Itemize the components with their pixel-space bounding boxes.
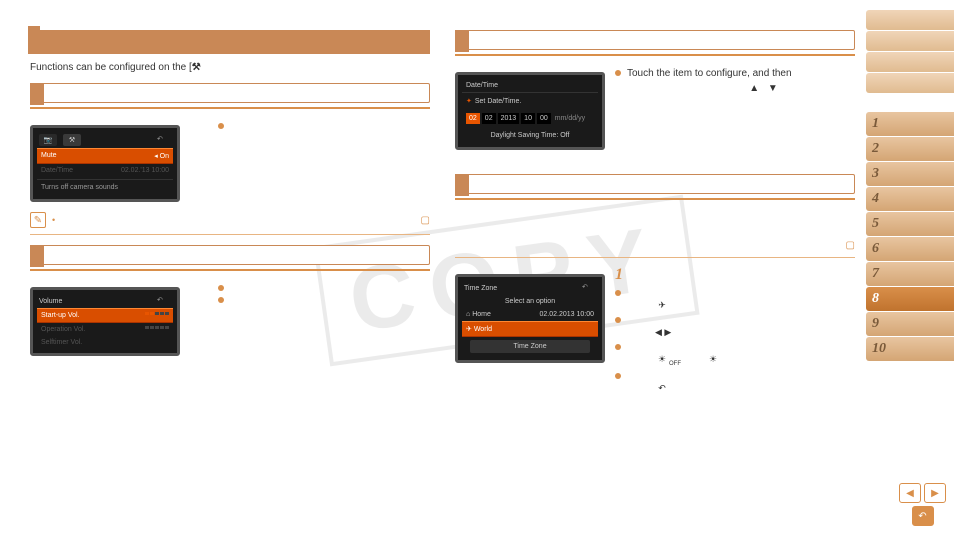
lcd-timezone: Time Zone ↶ Select an option ⌂ Home 02.0… [455, 274, 605, 363]
date-day: 02 [482, 113, 496, 124]
bullet-dot [615, 317, 621, 323]
home-label: Home [472, 311, 491, 318]
back-icon: ↶ [582, 283, 596, 293]
section-volume [30, 245, 430, 265]
tab-3[interactable]: 3 [866, 162, 954, 186]
tab-blank[interactable] [866, 73, 954, 93]
return-inline-icon: ↶ [655, 383, 669, 394]
section-timezone [455, 174, 855, 194]
sun-on-icon: ☀ [706, 354, 720, 365]
tab-blank[interactable] [866, 52, 954, 72]
intro-text: Functions can be configured on the [⚒ [30, 62, 430, 73]
left-column: Functions can be configured on the [⚒ 📷 … [30, 30, 430, 356]
tab-4[interactable]: 4 [866, 187, 954, 211]
bullet-dot [615, 344, 621, 350]
arrows-updown: ▲ ▼ [675, 83, 855, 94]
page-nav: ◀ ▶ ↶ [899, 483, 946, 526]
sun-off-icon: ☀ [655, 354, 669, 365]
tab-7[interactable]: 7 [866, 262, 954, 286]
home-value: 02.02.2013 10:00 [540, 311, 595, 318]
timezone-title: Time Zone [464, 285, 497, 292]
timezone-button: Time Zone [470, 340, 590, 353]
lcd-mute: 📷 ⚒ ↶ Mute ◂ On Date/Time 02.02.'13 10:0… [30, 125, 180, 202]
section-datetime [455, 30, 855, 50]
volume-title: Volume [39, 298, 62, 305]
select-option-label: Select an option [462, 295, 598, 308]
world-icon: ✈ [466, 326, 472, 333]
book-icon: ▢ [846, 240, 855, 251]
main-section-bar [30, 30, 430, 54]
lcd-datetime: Date/Time ✦Set Date/Time. 02 02 2013 10 … [455, 72, 605, 150]
next-page-button[interactable]: ▶ [924, 483, 946, 503]
self-vol-label: Selftimer Vol. [41, 339, 82, 346]
tab-5[interactable]: 5 [866, 212, 954, 236]
date-format: mm/dd/yy [555, 115, 585, 122]
right-column: Date/Time ✦Set Date/Time. 02 02 2013 10 … [455, 30, 855, 398]
config-text: Touch the item to configure, and then [627, 68, 792, 79]
camera-tab-icon: 📷 [39, 134, 57, 146]
datetime-title: Date/Time [466, 82, 498, 89]
bullet-dot [218, 297, 224, 303]
chapter-tabs: 1 2 3 4 5 6 7 8 9 10 [866, 10, 954, 362]
return-button[interactable]: ↶ [912, 506, 934, 526]
prev-page-button[interactable]: ◀ [899, 483, 921, 503]
volume-bars [145, 312, 169, 319]
world-label: World [474, 326, 492, 333]
mute-value: ◂ On [154, 152, 169, 160]
section-mute [30, 83, 430, 103]
bullet-dot [615, 70, 621, 76]
home-icon: ⌂ [466, 311, 470, 318]
plane-icon: ✈ [655, 300, 669, 311]
tab-10[interactable]: 10 [866, 337, 954, 361]
back-icon: ↶ [157, 296, 171, 306]
tab-9[interactable]: 9 [866, 312, 954, 336]
note-dot: • [52, 215, 55, 225]
date-min: 00 [537, 113, 551, 124]
op-vol-label: Operation Vol. [41, 326, 85, 333]
mute-label: Mute [41, 152, 57, 160]
date-month: 02 [466, 113, 480, 124]
back-icon: ↶ [157, 135, 171, 145]
bullet-dot [615, 290, 621, 296]
tab-blank[interactable] [866, 31, 954, 51]
step-1-number: 1 [615, 266, 855, 284]
lcd-volume: Volume ↶ Start-up Vol. Operation Vol. Se… [30, 287, 180, 356]
tab-2[interactable]: 2 [866, 137, 954, 161]
tab-6[interactable]: 6 [866, 237, 954, 261]
bullet-dot [615, 373, 621, 379]
pencil-icon: ✎ [30, 212, 46, 228]
arrows-lr: ◀ ▶ [655, 327, 671, 337]
date-hour: 10 [521, 113, 535, 124]
tools-tab-icon: ⚒ [63, 134, 81, 146]
book-icon: ▢ [421, 215, 430, 226]
tab-blank[interactable] [866, 10, 954, 30]
intro-text-span: Functions can be configured on the [ [30, 62, 192, 73]
tools-icon: ⚒ [192, 62, 201, 73]
bullet-dot [218, 123, 224, 129]
date-label-dim: Date/Time [41, 167, 73, 174]
startup-vol-label: Start-up Vol. [41, 312, 80, 319]
bullet-dot [218, 285, 224, 291]
set-datetime-label: Set Date/Time. [475, 98, 521, 105]
tab-1[interactable]: 1 [866, 112, 954, 136]
date-value-dim: 02.02.'13 10:00 [121, 167, 169, 174]
star-icon: ✦ [466, 98, 472, 105]
dst-label: Daylight Saving Time: Off [462, 128, 598, 143]
tab-8[interactable]: 8 [866, 287, 954, 311]
lcd-mute-footer: Turns off camera sounds [37, 179, 173, 195]
date-year: 2013 [498, 113, 520, 124]
